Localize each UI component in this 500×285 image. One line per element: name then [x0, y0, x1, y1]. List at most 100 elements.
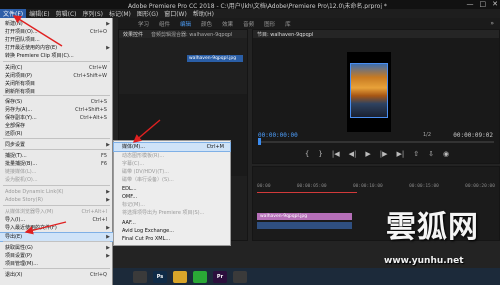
scrub-bar[interactable] [258, 141, 494, 143]
file-menu-item: Adobe Story(R) ▶ [0, 196, 113, 204]
export-frame-icon[interactable]: ◉ [443, 150, 449, 158]
file-menu-item[interactable]: 打开团队项目... [0, 36, 113, 44]
selected-clip-label[interactable]: walhaven-9qpqpl.jpg [187, 55, 243, 62]
submenu-arrow-icon: ▶ [106, 142, 110, 148]
menu-help[interactable]: 帮助(H) [190, 9, 217, 18]
tab-audio-clip-mixer[interactable]: 音频剪辑混合器: walhaven-9qpqpl [151, 31, 232, 38]
step-forward-icon[interactable]: |▶ [380, 150, 388, 158]
file-menu-item[interactable]: 保存副本(Y)... Ctrl+Alt+S [0, 114, 113, 122]
workspace-tab-libraries[interactable]: 库 [285, 20, 291, 28]
menu-item-label: AAF... [122, 220, 136, 226]
export-menu-item: 字幕(C)... [114, 160, 230, 168]
menu-item-label: 还原(R) [5, 131, 23, 137]
file-menu-item[interactable]: 捕捉(T)... F5 [0, 152, 113, 160]
submenu-arrow-icon: ▶ [106, 21, 110, 27]
workspace-tab-learn[interactable]: 学习 [138, 20, 149, 28]
mark-in-icon[interactable]: { [305, 150, 309, 158]
file-menu-item[interactable]: 还原(R) [0, 130, 113, 138]
explorer-taskbar-icon[interactable] [173, 270, 187, 283]
tab-program[interactable]: 节目: walhaven-9qpqpl [257, 31, 313, 38]
app-taskbar-icon[interactable] [233, 270, 247, 283]
file-menu-item[interactable]: 同步设置 ▶ [0, 141, 113, 149]
menu-edit[interactable]: 编辑(E) [26, 9, 52, 18]
workspace-tab-audio[interactable]: 音频 [243, 20, 254, 28]
file-menu-item[interactable]: 保存(S) Ctrl+S [0, 98, 113, 106]
export-menu-item[interactable]: OMF... [114, 193, 230, 201]
menu-window[interactable]: 窗口(W) [161, 9, 190, 18]
menu-item-label: 将选择项导出为 Premiere 项目(S)... [122, 210, 205, 216]
preview-image[interactable] [350, 63, 388, 118]
step-back-icon[interactable]: ◀| [349, 150, 357, 158]
file-menu-item[interactable]: 新建(N) ▶ [0, 20, 113, 28]
go-to-in-icon[interactable]: |◀ [332, 150, 340, 158]
workspace-tab-assembly[interactable]: 组件 [159, 20, 170, 28]
menu-item-label: 获取属性(G) [5, 245, 33, 251]
menu-item-shortcut: Ctrl+Q [89, 272, 107, 278]
mark-out-icon[interactable]: } [318, 150, 322, 158]
wechat-taskbar-icon[interactable] [193, 270, 207, 283]
export-menu-item: 标记(M)... [114, 201, 230, 209]
file-menu-item[interactable]: 关闭所有项目 [0, 80, 113, 88]
export-menu-item[interactable]: Avid Log Exchange... [114, 227, 230, 235]
export-menu-item[interactable]: AAF... [114, 219, 230, 227]
menu-item-label: Adobe Story(R) [5, 197, 43, 203]
transport-controls: {} |◀ ◀| ▶ |▶ ▶| ⇧ ⇩ ◉ [253, 148, 500, 160]
resolution-select[interactable]: 1/2 [423, 132, 431, 138]
file-menu-item[interactable]: 关闭项目(P) Ctrl+Shift+W [0, 72, 113, 80]
panel-header: 节目: walhaven-9qpqpl [253, 30, 499, 38]
file-menu-item[interactable]: 批量捕捉(B)... F6 [0, 160, 113, 168]
workspace-tab-effects[interactable]: 效果 [222, 20, 233, 28]
lift-icon[interactable]: ⇧ [413, 150, 419, 158]
menu-markers[interactable]: 标记(M) [106, 9, 134, 18]
current-timecode[interactable]: 00:00:00:00 [258, 132, 298, 139]
menu-item-label: EDL... [122, 186, 137, 192]
workspace-more-icon[interactable]: » [490, 20, 494, 27]
menu-clip[interactable]: 剪辑(C) [53, 9, 80, 18]
file-menu-item[interactable]: 项目管理(M)... [0, 260, 113, 268]
maximize-button[interactable]: □ [480, 0, 487, 9]
menu-item-shortcut: Ctrl+I [92, 217, 107, 223]
menu-item-label: Final Cut Pro XML... [122, 236, 171, 242]
tab-effect-controls[interactable]: 效果控件 [123, 31, 143, 38]
chrome-taskbar-icon[interactable] [133, 270, 147, 283]
timeline-audio-clip[interactable] [257, 222, 352, 229]
play-icon[interactable]: ▶ [365, 150, 370, 158]
file-menu-item[interactable]: 关闭(C) Ctrl+W [0, 64, 113, 72]
file-menu-item[interactable]: 导入最近使用的文件(F) ▶ [0, 224, 113, 232]
menu-graphics[interactable]: 图形(G) [134, 9, 161, 18]
playhead[interactable] [258, 138, 261, 145]
photoshop-taskbar-icon[interactable]: Ps [153, 270, 167, 283]
menu-item-shortcut: F5 [100, 153, 107, 159]
menu-item-label: 打开最近使用的内容(E) [5, 45, 58, 51]
file-menu-item[interactable]: 全部保存 [0, 122, 113, 130]
workspace-tab-color[interactable]: 颜色 [201, 20, 212, 28]
file-menu-item[interactable]: 导入(I)... Ctrl+I [0, 216, 113, 224]
file-menu-item[interactable]: 打开项目(O)... Ctrl+O [0, 28, 113, 36]
file-menu-item[interactable]: 转换 Premiere Clip 项目(C)... [0, 52, 113, 60]
menu-item-label: 导入(I)... [5, 217, 26, 223]
submenu-arrow-icon: ▶ [106, 197, 110, 203]
timeline-clip[interactable]: walhaven-9qpqpl.jpg [257, 213, 352, 220]
menu-sequence[interactable]: 序列(S) [80, 9, 107, 18]
file-menu-item[interactable]: 项目设置(P) ▶ [0, 252, 113, 260]
menu-bar: 文件(F) 编辑(E) 剪辑(C) 序列(S) 标记(M) 图形(G) 窗口(W… [0, 9, 500, 18]
export-menu-item[interactable]: EDL... [114, 185, 230, 193]
workspace-tab-editing[interactable]: 编辑 [180, 20, 191, 28]
workspace-tab-graphics[interactable]: 图形 [264, 20, 275, 28]
premiere-taskbar-icon[interactable]: Pr [213, 270, 227, 283]
menu-item-label: 导出(E) [5, 234, 23, 240]
file-menu-item: Adobe Dynamic Link(K) ▶ [0, 188, 113, 196]
close-button[interactable]: ✕ [492, 0, 498, 9]
menu-file[interactable]: 文件(F) [0, 9, 27, 18]
file-menu-item[interactable]: 另存为(A)... Ctrl+Shift+S [0, 106, 113, 114]
minimize-button[interactable]: — [467, 0, 474, 9]
file-menu-item[interactable]: 导出(E) ▶ [0, 232, 114, 242]
timeline-ruler[interactable]: 00:00 00:00:05:00 00:00:10:00 00:00:15:0… [257, 184, 495, 190]
export-menu-item[interactable]: 媒体(M)... Ctrl+M [113, 142, 231, 152]
go-to-out-icon[interactable]: ▶| [396, 150, 404, 158]
extract-icon[interactable]: ⇩ [428, 150, 434, 158]
file-menu-item[interactable]: 打开最近使用的内容(E) ▶ [0, 44, 113, 52]
export-menu-item[interactable]: Final Cut Pro XML... [114, 235, 230, 243]
file-menu-item[interactable]: 获取属性(G) ▶ [0, 244, 113, 252]
file-menu-item[interactable]: 退出(X) Ctrl+Q [0, 271, 113, 279]
